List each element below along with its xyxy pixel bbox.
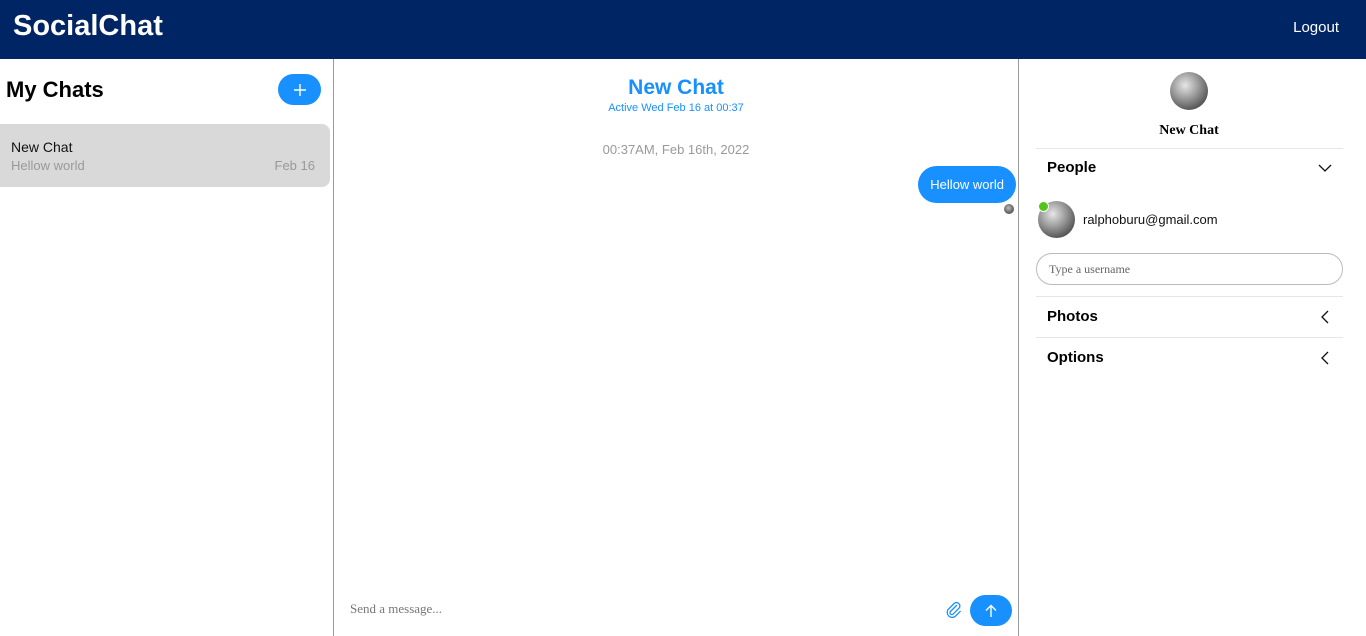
chat-list-item[interactable]: New Chat Hellow world Feb 16 — [0, 124, 330, 187]
message-input[interactable] — [350, 597, 930, 621]
person-email: ralphoburu@gmail.com — [1083, 212, 1218, 227]
paperclip-icon[interactable] — [944, 600, 962, 618]
arrow-up-icon — [985, 604, 997, 617]
top-navbar: SocialChat Logout — [0, 0, 1366, 59]
message-timestamp: 00:37AM, Feb 16th, 2022 — [602, 142, 750, 157]
options-section-label[interactable]: Options — [1047, 349, 1104, 366]
divider — [1036, 148, 1343, 149]
username-input[interactable] — [1036, 253, 1343, 285]
settings-chat-title: New Chat — [1159, 123, 1219, 138]
chat-list-title: My Chats — [6, 77, 104, 102]
chat-settings-panel: New Chat People ralphoburu@gmail.com Pho… — [1018, 59, 1366, 636]
divider — [1036, 337, 1343, 338]
chat-title: New Chat — [628, 76, 724, 99]
photos-section-label[interactable]: Photos — [1047, 308, 1098, 325]
plus-icon — [293, 83, 306, 96]
divider — [1036, 296, 1343, 297]
send-button[interactable] — [970, 595, 1012, 626]
chevron-down-icon[interactable] — [1317, 160, 1333, 176]
message-composer — [334, 591, 1018, 636]
chat-list-panel: My Chats New Chat Hellow world Feb 16 — [0, 59, 334, 636]
chat-activity: Active Wed Feb 16 at 00:37 — [608, 102, 744, 114]
chevron-left-icon[interactable] — [1317, 350, 1333, 366]
read-receipt-avatar — [1004, 204, 1014, 214]
new-chat-button[interactable] — [278, 74, 321, 105]
chat-feed: New Chat Active Wed Feb 16 at 00:37 00:3… — [334, 59, 1018, 636]
chat-avatar — [1170, 72, 1208, 110]
people-section-label[interactable]: People — [1047, 159, 1096, 176]
message-bubble: Hellow world — [918, 166, 1016, 203]
chat-item-last-message: Hellow world — [11, 158, 85, 173]
logout-button[interactable]: Logout — [1293, 19, 1339, 36]
chevron-left-icon[interactable] — [1317, 309, 1333, 325]
chat-item-date: Feb 16 — [274, 158, 315, 173]
online-status-icon — [1038, 201, 1049, 212]
brand-logo: SocialChat — [13, 10, 163, 42]
chat-item-title: New Chat — [11, 139, 73, 155]
